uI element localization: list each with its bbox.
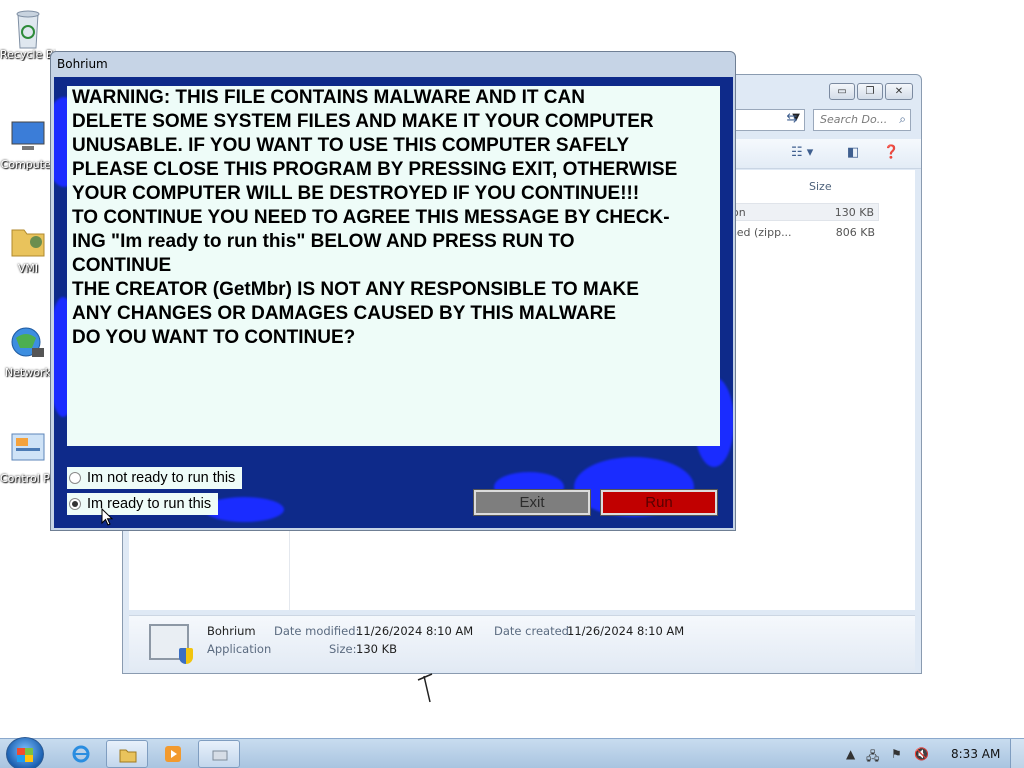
view-options-icon[interactable]: ☷ ▾	[791, 145, 813, 160]
desktop-icon-recycle-bin[interactable]: Recycle Bin	[0, 6, 56, 61]
dialog-title: Bohrium	[57, 57, 108, 71]
maximize-button[interactable]: ❐	[857, 83, 883, 100]
column-header-size[interactable]: Size	[809, 180, 832, 193]
taskbar: ▲ 🖧 ⚑ 🔇 8:33 AM	[0, 737, 1024, 768]
desktop-icon-control-panel[interactable]: Control Panel	[0, 430, 56, 485]
action-center-flag-icon[interactable]: ⚑	[891, 747, 902, 761]
warning-line: ANY CHANGES OR DAMAGES CAUSED BY THIS MA…	[72, 303, 617, 324]
radio-label: Im not ready to run this	[87, 470, 236, 486]
radio-ready[interactable]: Im ready to run this	[67, 493, 219, 515]
warning-line: CONTINUE	[72, 255, 172, 276]
radio-button[interactable]	[69, 472, 81, 484]
desktop-icon-label: Network	[5, 366, 51, 379]
network-icon	[8, 324, 48, 364]
desktop-icon-computer[interactable]: Computer	[0, 116, 56, 171]
warning-line: YOUR COMPUTER WILL BE DESTROYED IF YOU C…	[72, 183, 640, 204]
volume-muted-icon[interactable]: 🔇	[914, 747, 929, 761]
preview-pane-icon[interactable]: ◧	[847, 145, 859, 160]
help-icon[interactable]: ❓	[883, 145, 899, 160]
program-icon	[212, 750, 228, 761]
taskbar-internet-explorer[interactable]	[60, 740, 102, 768]
desktop-icon-label: Control Panel	[0, 472, 56, 485]
taskbar-explorer[interactable]	[106, 740, 148, 768]
window-controls: ▭ ❐ ✕	[829, 83, 913, 100]
taskbar-media-player[interactable]	[152, 740, 194, 768]
details-pane: Bohrium Application Date modified: 11/26…	[129, 615, 915, 671]
file-type: sed (zipp...	[731, 226, 792, 239]
warning-message-panel: WARNING: THIS FILE CONTAINS MALWARE AND …	[67, 86, 720, 446]
file-size: 806 KB	[835, 226, 875, 239]
details-name: Bohrium	[207, 624, 256, 638]
close-button[interactable]: ✕	[885, 83, 913, 100]
bohrium-dialog: Bohrium WARNING: THIS FILE CONTAINS MALW…	[50, 51, 736, 531]
date-modified-value: 11/26/2024 8:10 AM	[356, 624, 474, 638]
application-icon	[149, 624, 193, 664]
network-tray-icon[interactable]: 🖧	[866, 747, 879, 768]
size-label: Size:	[329, 642, 357, 656]
search-placeholder: Search Do...	[820, 113, 888, 126]
recycle-bin-icon	[8, 6, 48, 49]
refresh-icon[interactable]: ⇆	[781, 111, 803, 131]
taskbar-bohrium[interactable]	[198, 740, 240, 768]
radio-not-ready[interactable]: Im not ready to run this	[67, 467, 243, 489]
date-modified-label: Date modified:	[274, 624, 360, 638]
desktop-icon-label: VMI	[17, 262, 39, 275]
media-player-icon	[165, 746, 181, 762]
warning-line: WARNING: THIS FILE CONTAINS MALWARE AND …	[72, 87, 585, 108]
mouse-cursor-icon	[101, 508, 114, 526]
dialog-client-area: WARNING: THIS FILE CONTAINS MALWARE AND …	[54, 77, 733, 528]
file-size: 130 KB	[834, 206, 874, 219]
desktop-icon-vmi[interactable]: VMI	[0, 220, 56, 275]
start-button[interactable]	[6, 737, 44, 768]
details-kind: Application	[207, 642, 272, 656]
minimize-button[interactable]: ▭	[829, 83, 855, 100]
run-button[interactable]: Run	[600, 489, 718, 516]
windows-logo-icon	[17, 748, 33, 762]
warning-line: UNUSABLE. IF YOU WANT TO USE THIS COMPUT…	[72, 135, 630, 156]
show-desktop-button[interactable]	[1010, 739, 1024, 768]
desktop-icon-network[interactable]: Network	[0, 324, 56, 379]
file-row[interactable]: on 130 KB	[729, 203, 879, 221]
desktop-icon-label: Computer	[0, 158, 56, 171]
stray-mark	[416, 672, 436, 710]
warning-line: ING "Im ready to run this" BELOW AND PRE…	[72, 231, 575, 252]
internet-explorer-icon	[72, 745, 90, 763]
warning-line: TO CONTINUE YOU NEED TO AGREE THIS MESSA…	[72, 207, 670, 228]
search-input[interactable]: Search Do... ⌕	[813, 109, 911, 131]
size-value: 130 KB	[356, 642, 398, 656]
show-hidden-icons-icon[interactable]: ▲	[846, 747, 855, 761]
date-created-value: 11/26/2024 8:10 AM	[567, 624, 685, 638]
warning-line: THE CREATOR (GetMbr) IS NOT ANY RESPONSI…	[72, 279, 639, 300]
warning-line: DO YOU WANT TO CONTINUE?	[72, 327, 356, 348]
folder-icon	[8, 220, 48, 260]
search-icon[interactable]: ⌕	[899, 112, 906, 127]
file-row[interactable]: sed (zipp... 806 KB	[729, 224, 879, 242]
date-created-label: Date created:	[494, 624, 573, 638]
exit-button[interactable]: Exit	[473, 489, 591, 516]
warning-line: DELETE SOME SYSTEM FILES AND MAKE IT YOU…	[72, 111, 654, 132]
warning-line: PLEASE CLOSE THIS PROGRAM BY PRESSING EX…	[72, 159, 678, 180]
computer-icon	[8, 116, 48, 156]
explorer-folder-icon	[119, 749, 137, 763]
control-panel-icon	[8, 430, 48, 470]
taskbar-clock[interactable]: 8:33 AM	[951, 747, 1000, 761]
radio-button-selected[interactable]	[69, 498, 81, 510]
